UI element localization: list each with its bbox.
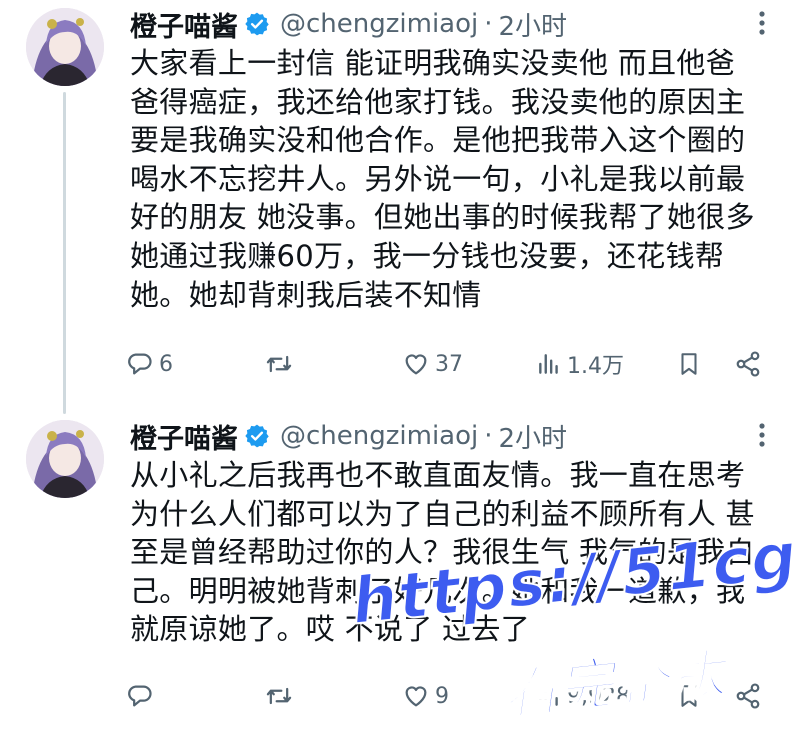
tweet-text-line: 从小礼之后我再也不敢直面友情。我一直在思考	[130, 458, 746, 492]
share-button[interactable]	[734, 676, 762, 716]
verified-badge-icon	[244, 423, 270, 449]
tweet-text-line: 爸得癌症，我还给他家打钱。我没卖他的原因主	[130, 84, 746, 119]
bookmark-button[interactable]	[676, 344, 702, 384]
views-bar-chart-icon	[539, 686, 558, 706]
like-count: 37	[435, 351, 463, 377]
reply-button[interactable]: 6	[126, 344, 173, 384]
tweet-text-line: 至是曾经帮助过你的人？我很生气 我气的是我自	[130, 535, 755, 570]
author-name[interactable]: 橙子喵酱	[130, 417, 238, 456]
tweet-header: 橙子喵酱 @chengzimiaoj · 2小时	[130, 4, 567, 44]
share-icon	[736, 351, 760, 377]
heart-icon	[405, 354, 427, 375]
tweet-text-line: 就原谅她了。哎 不说了 过去了	[130, 612, 530, 647]
like-button[interactable]: 9	[402, 676, 449, 716]
verified-badge-icon	[244, 11, 270, 37]
avatar-image	[26, 420, 104, 498]
like-button[interactable]: 37	[402, 344, 463, 384]
avatar[interactable]	[26, 8, 104, 86]
tweet-text-line: 她通过我赚60万，我一分钱也没要，还花钱帮	[130, 238, 725, 273]
tweet-text-line: 好的朋友 她没事。但她出事的时候我帮了她很多	[130, 200, 755, 235]
tweet-text-line: 为什么人们都可以为了自己的利益不顾所有人 甚	[130, 496, 755, 531]
avatar[interactable]	[26, 420, 104, 498]
author-name[interactable]: 橙子喵酱	[130, 5, 238, 44]
tweet[interactable]: 橙子喵酱 @chengzimiaoj · 2小时 大家看上一封信 能证明我确实没…	[0, 0, 800, 414]
tweet[interactable]: 橙子喵酱 @chengzimiaoj · 2小时 从小礼之后我再也不敢直面友情。…	[0, 412, 800, 726]
tweet-actions: 9 9,928	[126, 676, 776, 716]
share-icon	[736, 683, 760, 709]
author-handle[interactable]: @chengzimiaoj	[280, 9, 478, 39]
author-handle[interactable]: @chengzimiaoj	[280, 421, 478, 451]
tweet-text: 从小礼之后我再也不敢直面友情。我一直在思考 为什么人们都可以为了自己的利益不顾所…	[130, 456, 780, 649]
more-vertical-icon[interactable]	[758, 422, 766, 448]
views-button[interactable]: 9,928	[536, 676, 630, 716]
tweet-text-line: 己。明明被她背刺了好几次。她和我一道歉，我	[130, 573, 746, 608]
bookmark-button[interactable]	[676, 676, 702, 716]
bookmark-icon	[681, 685, 697, 707]
bookmark-icon	[681, 353, 697, 375]
views-button[interactable]: 1.4万	[536, 344, 624, 384]
tweet-text-line: 喝水不忘挖井人。另外说一句，小礼是我以前最	[130, 161, 746, 196]
retweet-icon	[266, 687, 292, 705]
reply-icon	[128, 685, 152, 707]
tweet-actions: 6 37 1.4万	[126, 344, 776, 384]
thread-connector-line	[63, 92, 66, 414]
tweet-timestamp[interactable]: 2小时	[499, 418, 568, 455]
heart-icon	[405, 686, 427, 707]
tweet-text-line: 要是我确实没和他合作。是他把我带入这个圈的	[130, 123, 746, 158]
reply-icon	[128, 353, 152, 375]
header-separator: ·	[484, 9, 493, 39]
retweet-icon	[266, 355, 292, 373]
views-bar-chart-icon	[539, 354, 558, 374]
tweet-text-line: 她。她却背刺我后装不知情	[130, 277, 482, 312]
views-count: 1.4万	[567, 354, 624, 379]
like-count: 9	[435, 683, 449, 709]
reply-count: 6	[159, 351, 173, 377]
tweet-text: 大家看上一封信 能证明我确实没卖他 而且他爸 爸得癌症，我还给他家打钱。我没卖他…	[130, 44, 780, 314]
tweet-header: 橙子喵酱 @chengzimiaoj · 2小时	[130, 416, 567, 456]
tweet-timestamp[interactable]: 2小时	[499, 6, 568, 43]
retweet-button[interactable]	[264, 344, 299, 384]
more-vertical-icon[interactable]	[758, 10, 766, 36]
reply-button[interactable]	[126, 676, 159, 716]
avatar-image	[26, 8, 104, 86]
views-count: 9,928	[567, 683, 630, 709]
share-button[interactable]	[734, 344, 762, 384]
tweet-text-line: 大家看上一封信 能证明我确实没卖他 而且他爸	[130, 46, 736, 80]
retweet-button[interactable]	[264, 676, 299, 716]
header-separator: ·	[484, 421, 493, 451]
